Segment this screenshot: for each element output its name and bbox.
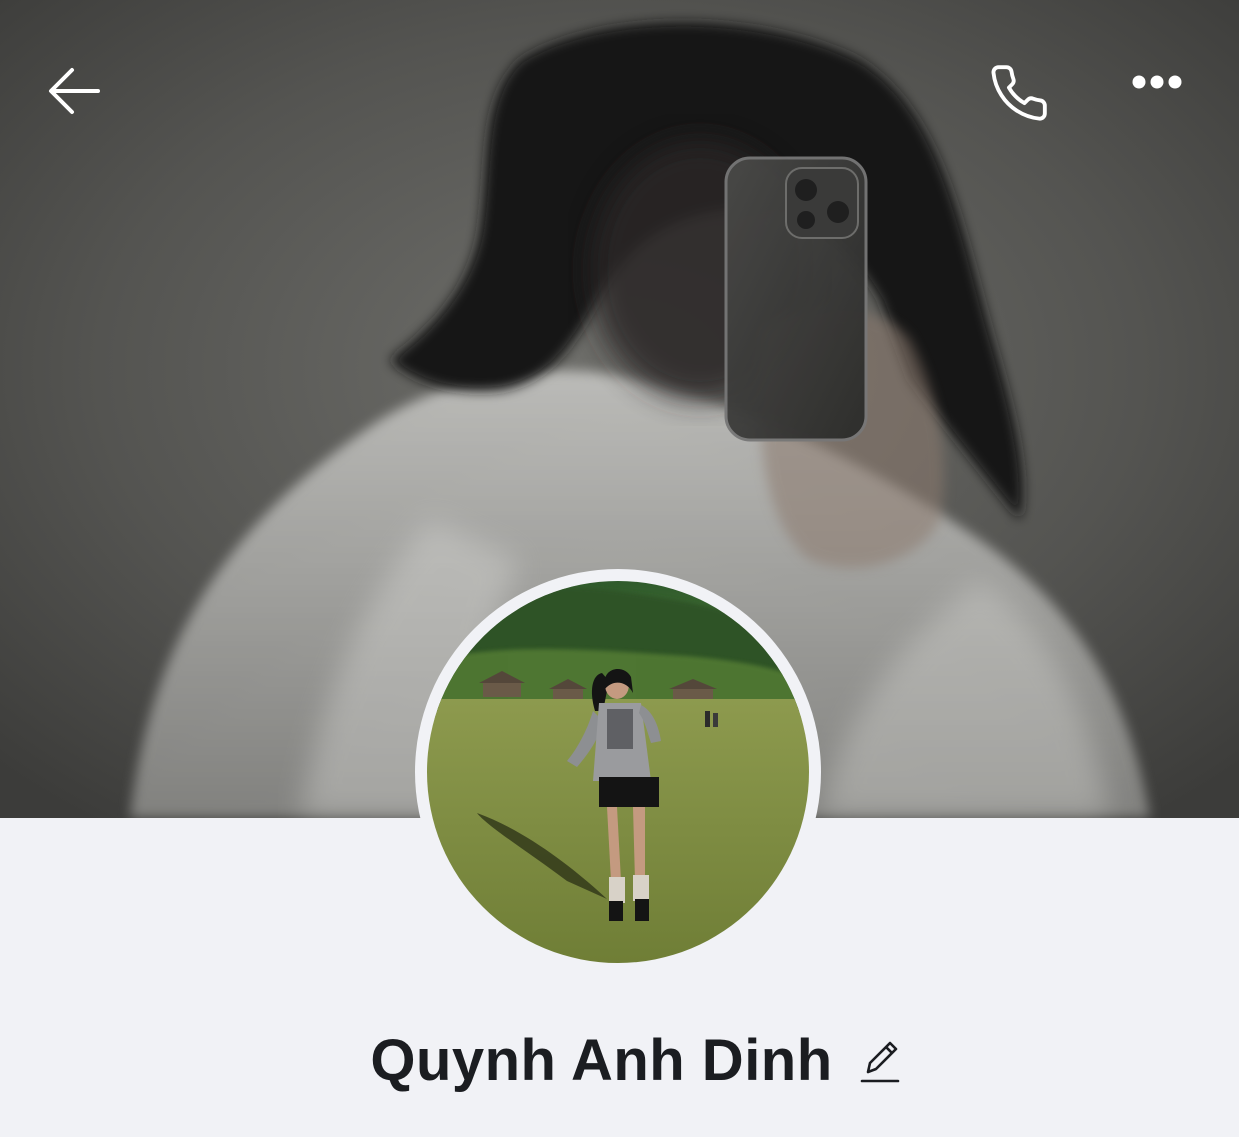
pencil-icon [860,1041,899,1083]
call-button[interactable] [988,62,1064,138]
phone-icon [991,65,1047,121]
avatar[interactable] [427,581,809,963]
profile-screen: Quynh Anh Dinh [0,0,1239,1137]
name-row: Quynh Anh Dinh [0,1020,1239,1100]
avatar-frame [415,569,821,975]
more-options-button[interactable] [1132,74,1202,122]
profile-name: Quynh Anh Dinh [370,1027,833,1093]
edit-name-button[interactable] [859,1035,901,1085]
back-button[interactable] [46,66,116,132]
more-horizontal-icon [1132,75,1182,89]
arrow-left-icon [49,68,100,114]
